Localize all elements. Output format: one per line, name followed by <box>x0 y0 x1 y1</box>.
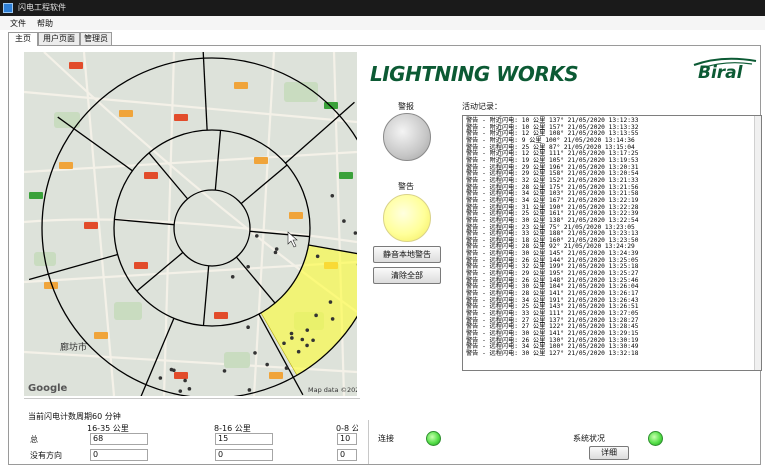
strike-point <box>178 389 183 393</box>
google-logo: Google <box>28 383 68 394</box>
title-bar: 闪电工程软件 <box>0 0 765 16</box>
biral-logo: Biral <box>692 57 758 87</box>
alarm-lamp <box>383 113 431 161</box>
lightning-map[interactable]: 廊坊市 Google Map data ©2020 <box>24 52 357 396</box>
total-mid-field: 15 <box>215 433 273 445</box>
activity-label: 活动记录： <box>462 102 502 111</box>
log-entry: 警告 - 远程闪电: 30 公里 127° 21/05/2020 13:32:1… <box>466 349 639 357</box>
strike-point <box>222 369 227 373</box>
map-attribution: Map data ©2020 <box>308 386 357 394</box>
nodir-far-field: 0 <box>90 449 148 461</box>
total-near-field: 10 <box>337 433 357 445</box>
brand-title: LIGHTNING WORKS <box>370 62 579 86</box>
strike-point <box>311 338 315 343</box>
system-status-label: 系统状况 <box>573 434 605 443</box>
strike-point <box>255 234 259 238</box>
menu-help[interactable]: 帮助 <box>37 18 53 29</box>
strike-point <box>305 328 310 332</box>
strike-point <box>253 351 257 355</box>
strike-point <box>290 336 294 340</box>
mute-local-warning-button[interactable]: 静音本地警告 <box>373 246 441 263</box>
map-city-label: 廊坊市 <box>60 341 87 353</box>
strike-point <box>246 264 250 269</box>
menu-bar: 文件 帮助 <box>0 16 765 30</box>
tab-admin[interactable]: 管理员 <box>80 32 112 45</box>
connection-led <box>426 431 441 446</box>
strike-point <box>296 349 301 354</box>
nodir-mid-field: 0 <box>215 449 273 461</box>
tab-home[interactable]: 主页 <box>8 32 38 46</box>
window-title: 闪电工程软件 <box>18 3 66 12</box>
strike-point <box>315 254 320 259</box>
total-far-field: 68 <box>90 433 148 445</box>
app-icon <box>3 3 13 13</box>
strike-point <box>305 343 309 348</box>
biral-logo-text: Biral <box>698 63 743 83</box>
strike-point <box>284 366 289 370</box>
strike-point <box>289 331 294 336</box>
strike-point <box>328 300 333 304</box>
warning-label: 警告 <box>398 182 414 191</box>
strike-point <box>172 368 176 373</box>
strike-point <box>282 341 286 346</box>
menu-file[interactable]: 文件 <box>10 18 26 29</box>
row-label-no-direction: 没有方向 <box>30 451 62 460</box>
strike-point <box>158 376 163 380</box>
connection-label: 连接 <box>378 434 394 443</box>
strike-point <box>314 313 318 318</box>
strike-point <box>230 274 235 279</box>
strike-point <box>183 378 187 383</box>
strike-point <box>247 388 252 392</box>
stats-panel: 当前闪电计数周期60 分钟 16-35 公里 8-16 公里 0-8 公里 总 … <box>24 398 360 462</box>
strike-point <box>246 325 250 330</box>
alarm-label: 警报 <box>398 102 414 111</box>
activity-log-scrollbar[interactable] <box>754 116 761 370</box>
strike-point <box>187 387 192 391</box>
warning-lamp <box>383 194 431 242</box>
strike-point <box>300 337 305 342</box>
strike-point <box>330 193 335 198</box>
strike-point <box>342 219 346 223</box>
clear-all-button[interactable]: 清除全部 <box>373 267 441 284</box>
tab-user-page[interactable]: 用户页面 <box>38 32 80 45</box>
nodir-near-field: 0 <box>337 449 357 461</box>
strike-point <box>265 362 269 367</box>
status-divider <box>368 420 369 464</box>
strike-point <box>330 317 335 321</box>
row-label-total: 总 <box>30 435 38 444</box>
details-button[interactable]: 详细 <box>589 446 629 460</box>
period-label: 当前闪电计数周期60 分钟 <box>28 412 121 421</box>
strike-point <box>274 247 279 251</box>
activity-log[interactable]: 警告 - 附近闪电: 10 公里 137° 21/05/2020 13:12:3… <box>462 115 762 371</box>
strike-point <box>273 250 278 255</box>
system-status-led <box>648 431 663 446</box>
